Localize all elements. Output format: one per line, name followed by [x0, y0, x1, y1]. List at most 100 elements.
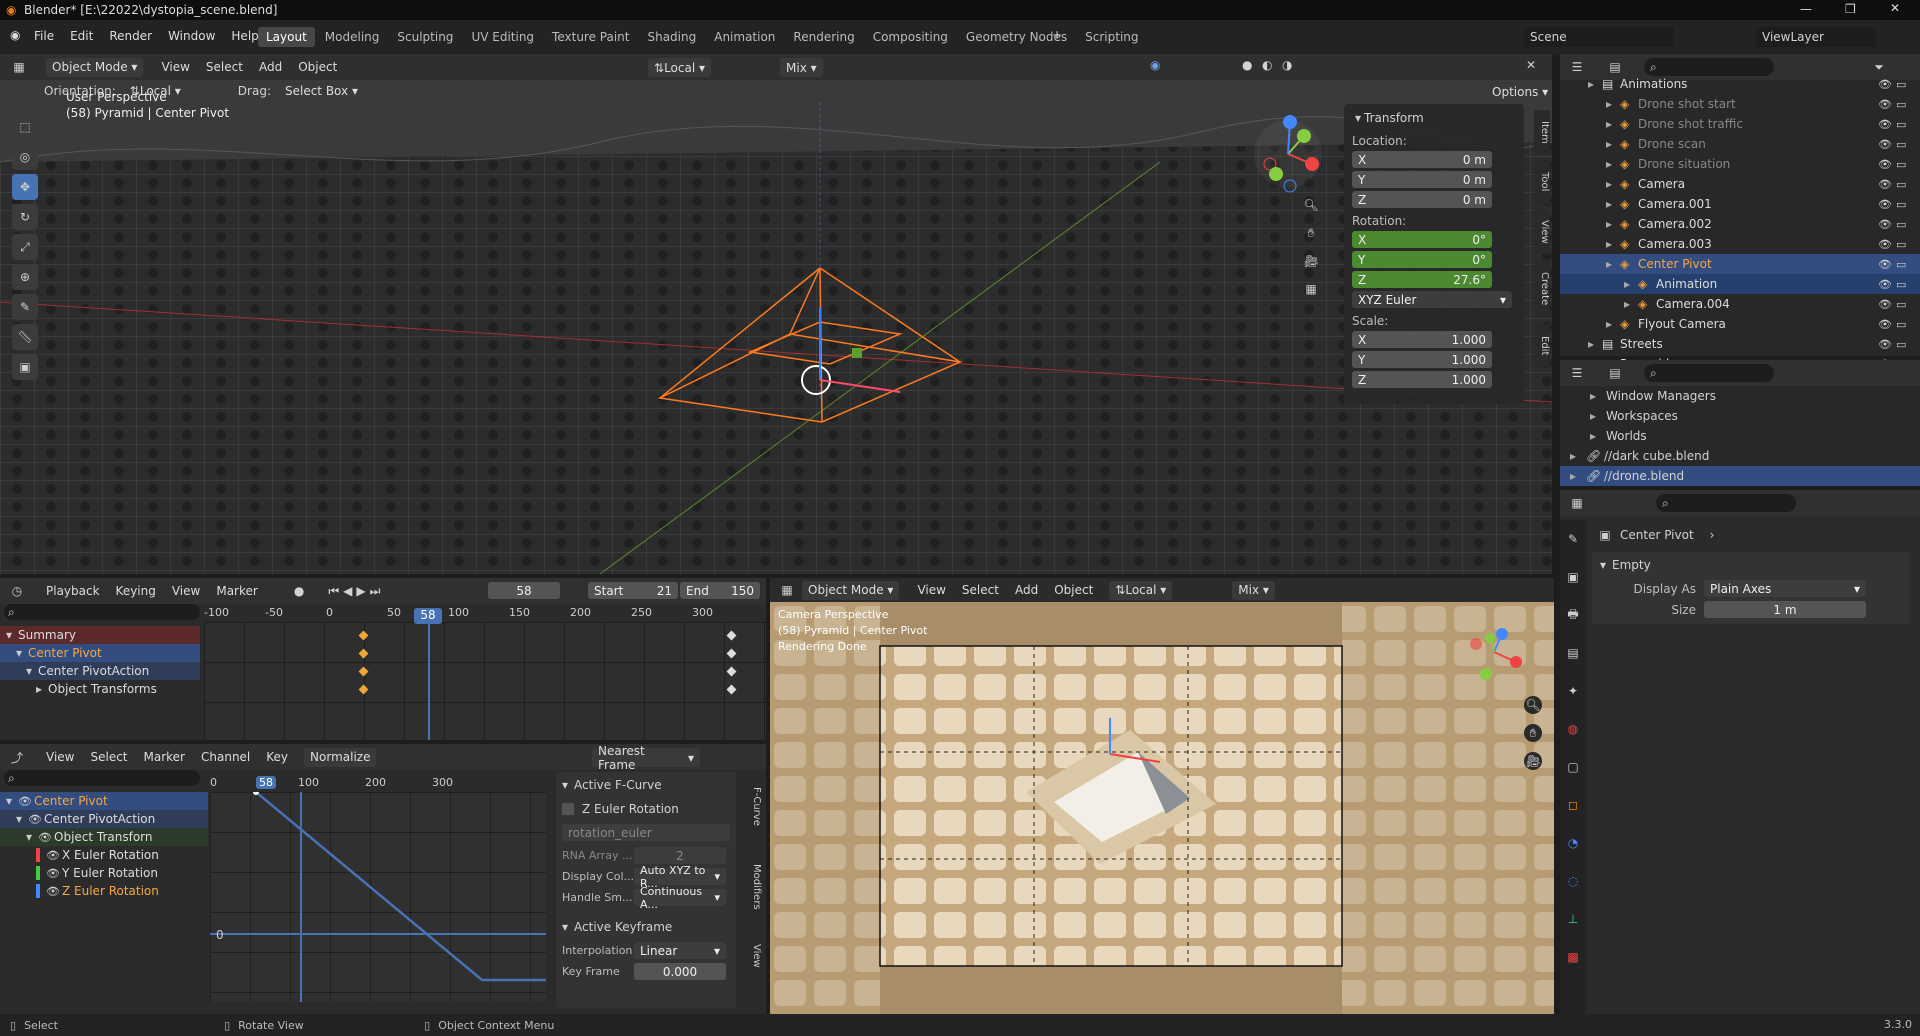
render-toggle-icon[interactable]: ▭	[1896, 238, 1906, 251]
outliner-row[interactable]: ▸ ◈ Drone shot start 👁︎ ▭	[1560, 94, 1920, 114]
outliner-row[interactable]: ▸ ◈ Animation 👁︎ ▭	[1560, 274, 1920, 294]
camview-navigation-gizmo[interactable]	[1464, 622, 1534, 692]
shading-solid-icon[interactable]: ●	[1242, 58, 1252, 72]
eye-icon[interactable]: 👁︎	[1878, 238, 1892, 251]
chevron-icon[interactable]: ▸	[1606, 237, 1620, 251]
chevron-icon[interactable]: ▸	[1606, 137, 1620, 151]
menu-view[interactable]: View	[917, 583, 945, 597]
render-toggle-icon[interactable]: ▭	[1896, 338, 1906, 351]
menu-key[interactable]: Key	[266, 750, 288, 764]
loc-x-field[interactable]: X 0 m	[1352, 151, 1492, 168]
grid-icon[interactable]: ▦	[1302, 280, 1320, 298]
graph-area[interactable]: 0	[210, 792, 546, 1002]
sidebar-tab-create[interactable]: Create	[1534, 260, 1550, 318]
loc-y-field[interactable]: Y 0 m	[1352, 171, 1492, 188]
eye-icon[interactable]: 👁︎	[1878, 78, 1892, 91]
scene-selector[interactable]: Scene	[1524, 27, 1674, 47]
menu-select[interactable]: Select	[90, 750, 127, 764]
chevron-icon[interactable]: ▸	[1606, 157, 1620, 171]
scl-z-field[interactable]: Z 1.000	[1352, 371, 1492, 388]
cursor-tool[interactable]: ◎	[12, 144, 38, 170]
collapse-icon[interactable]: ▾	[1352, 109, 1364, 127]
scene-tab-icon[interactable]: ✦	[1564, 682, 1582, 700]
chevron-down-icon[interactable]: ▾	[26, 664, 38, 678]
scale-tool[interactable]: ⤢	[12, 234, 38, 260]
keyframe-diamond[interactable]	[726, 684, 737, 695]
blendfile-row[interactable]: ▸ Window Managers	[1560, 386, 1920, 406]
sidebar-tab-view[interactable]: View	[1534, 210, 1550, 254]
outliner-row[interactable]: ▸ ◈ Drone scan 👁︎ ▭	[1560, 134, 1920, 154]
graph-search-input[interactable]: ⌕	[4, 770, 200, 786]
graph-channel[interactable]: 👁︎ Z Euler Rotation	[0, 882, 208, 900]
menu-marker[interactable]: Marker	[216, 584, 257, 598]
graph-channel[interactable]: ▾ 👁︎ Center Pivot	[0, 792, 208, 810]
viewlayer-selector[interactable]: ViewLayer	[1756, 27, 1876, 47]
graph-channel[interactable]: ▾ 👁︎ Center PivotAction	[0, 810, 208, 828]
rotation-mode-dropdown[interactable]: XYZ Euler ▾	[1352, 291, 1512, 308]
eye-icon[interactable]: 👁︎	[1878, 158, 1892, 171]
blendfile-row[interactable]: ▸ 🔗︎//drone.blend	[1560, 466, 1920, 486]
tab-compositing[interactable]: Compositing	[865, 27, 956, 47]
eye-icon[interactable]: 👁︎	[18, 795, 34, 808]
chevron-down-icon[interactable]: ▸	[36, 682, 48, 696]
rot-z-field[interactable]: Z 27.6°	[1352, 271, 1492, 288]
camera-viewport[interactable]: ▦ Object Mode ▾ View Select Add Object ⇅ Lo…	[770, 578, 1554, 1014]
keyframe-diamond[interactable]	[726, 648, 737, 659]
render-toggle-icon[interactable]: ▭	[1896, 178, 1906, 191]
menu-edit[interactable]: Edit	[70, 29, 93, 43]
select-box-tool[interactable]: ⬚	[12, 114, 38, 140]
render-toggle-icon[interactable]: ▭	[1896, 138, 1906, 151]
outliner-row[interactable]: ▸ ◈ Drone shot traffic 👁︎ ▭	[1560, 114, 1920, 134]
editor-type-icon[interactable]: ▦	[778, 581, 796, 599]
menu-view[interactable]: View	[46, 750, 74, 764]
chevron-icon[interactable]: ▸	[1570, 469, 1586, 483]
render-toggle-icon[interactable]: ▭	[1896, 158, 1906, 171]
chevron-icon[interactable]: ▸	[1606, 257, 1620, 271]
outliner-row[interactable]: ▸ ◈ Center Pivot 👁︎ ▭	[1560, 254, 1920, 274]
physics-tab-icon[interactable]: ◔	[1564, 834, 1582, 852]
blendfile-row[interactable]: ▸ Workspaces	[1560, 406, 1920, 426]
tab-sculpting[interactable]: Sculpting	[389, 27, 461, 47]
tab-uv-editing[interactable]: UV Editing	[463, 27, 542, 47]
editor-type-icon[interactable]: ☰	[1568, 364, 1586, 382]
snap-dropdown[interactable]: Nearest Frame ▾	[592, 744, 700, 772]
rotate-tool[interactable]: ↻	[12, 204, 38, 230]
dopesheet-channel[interactable]: ▸ Object Transforms	[0, 680, 200, 698]
blendfile-row[interactable]: ▸ 🔗︎//dark cube.blend	[1560, 446, 1920, 466]
keyframe-diamond[interactable]	[358, 666, 369, 677]
chevron-icon[interactable]: ▸	[1590, 429, 1606, 443]
hand-icon[interactable]: ✋︎	[1302, 224, 1320, 242]
eye-icon[interactable]: 👁︎	[1878, 278, 1892, 291]
sidebar-tab-edit[interactable]: Edit	[1534, 324, 1550, 368]
render-toggle-icon[interactable]: ▭	[1896, 298, 1906, 311]
render-toggle-icon[interactable]: ▭	[1896, 198, 1906, 211]
keyframe-diamond[interactable]	[358, 630, 369, 641]
collection-tab-icon[interactable]: ▢	[1564, 758, 1582, 776]
graph-channel[interactable]: 👁︎ X Euler Rotation	[0, 846, 208, 864]
chevron-down-icon[interactable]: ▾	[6, 794, 18, 808]
add-workspace-icon[interactable]: +	[1052, 28, 1062, 42]
dopesheet-channel[interactable]: ▾ Center Pivot	[0, 644, 200, 662]
render-toggle-icon[interactable]: ▭	[1896, 258, 1906, 271]
eye-icon[interactable]: 👁︎	[1878, 198, 1892, 211]
chevron-down-icon[interactable]: ▾	[16, 646, 28, 660]
menu-select[interactable]: Select	[206, 60, 243, 74]
menu-marker[interactable]: Marker	[144, 750, 185, 764]
editor-type-icon[interactable]: ▦	[1568, 494, 1586, 512]
sidebar-tab-tool[interactable]: Tool	[1534, 160, 1550, 204]
blendfile-row[interactable]: ▸ Worlds	[1560, 426, 1920, 446]
fcurve-path-field[interactable]: rotation_euler	[562, 824, 730, 841]
camview-mode-dropdown[interactable]: Object Mode ▾	[802, 580, 900, 600]
chevron-icon[interactable]: ▸	[1606, 197, 1620, 211]
size-field[interactable]: 1 m	[1704, 601, 1866, 618]
eye-icon[interactable]: 👁︎	[46, 885, 62, 898]
menu-help[interactable]: Help	[231, 29, 258, 43]
chevron-icon[interactable]: ▸	[1624, 277, 1638, 291]
chevron-down-icon[interactable]: ▾	[6, 628, 18, 642]
tab-animation[interactable]: Animation	[706, 27, 783, 47]
output-tab-icon[interactable]: 🖶︎	[1564, 606, 1582, 624]
measure-tool[interactable]: 📏︎	[12, 324, 38, 350]
tab-texture-paint[interactable]: Texture Paint	[544, 27, 637, 47]
menu-object[interactable]: Object	[298, 60, 337, 74]
collapse-icon[interactable]: ▾	[562, 920, 568, 934]
